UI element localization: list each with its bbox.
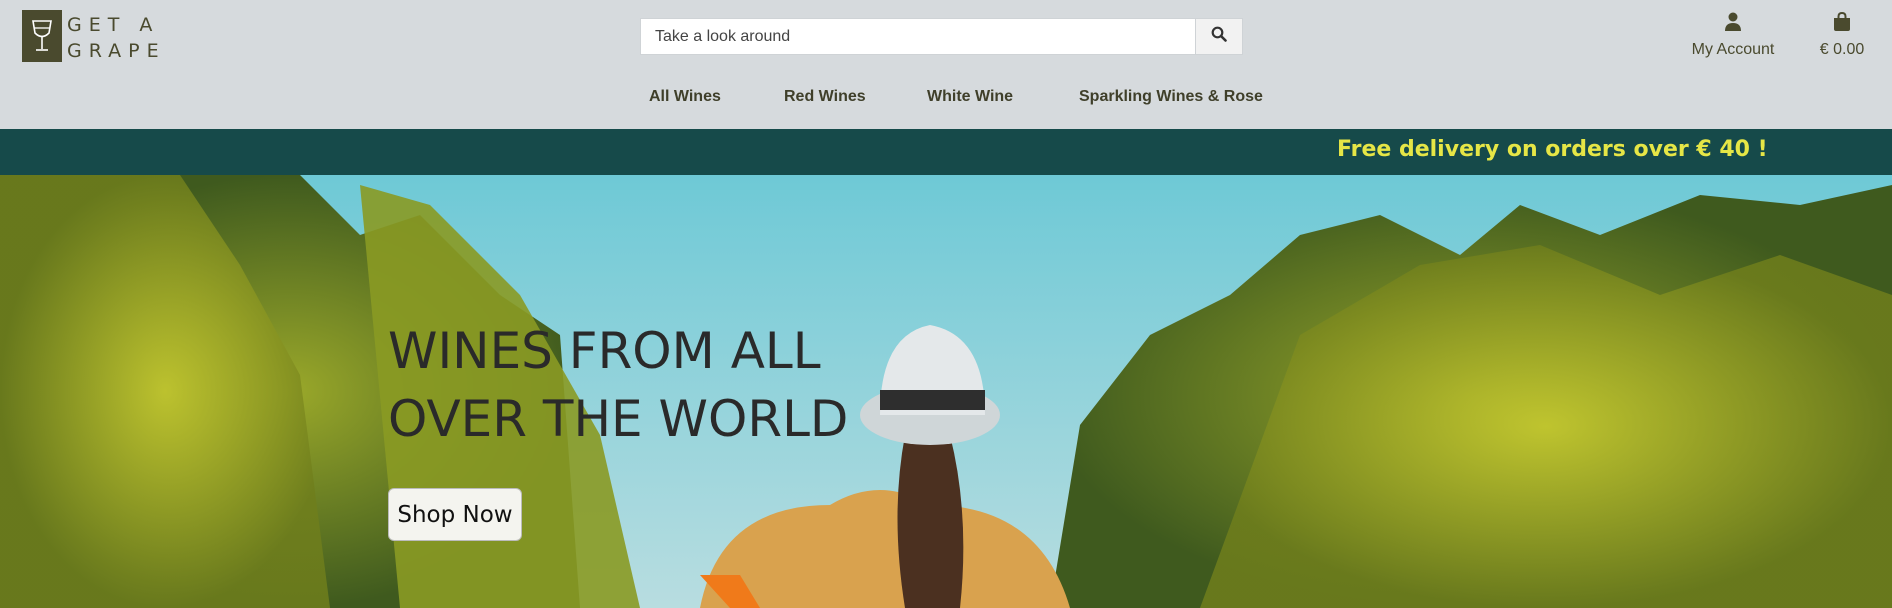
site-header: GET A GRAPE My Account (0, 0, 1892, 129)
brand-line-1: GET A (67, 14, 160, 36)
cart-link[interactable]: € 0.00 (1812, 11, 1872, 59)
search-button[interactable] (1195, 18, 1243, 55)
search-bar (640, 18, 1243, 55)
brand-line-2: GRAPE (67, 40, 166, 62)
nav-item-sparkling-wines-rose[interactable]: Sparkling Wines & Rose (1079, 88, 1263, 106)
hero-title-line-1: WINES FROM ALL (388, 322, 821, 380)
cart-total: € 0.00 (1819, 41, 1865, 58)
my-account-label: My Account (1691, 41, 1775, 58)
nav-item-red-wines[interactable]: Red Wines (784, 88, 866, 106)
hero-section: WINES FROM ALL OVER THE WORLD Shop Now (0, 175, 1892, 608)
brand-logo[interactable]: GET A GRAPE (22, 10, 162, 62)
hero-title-line-2: OVER THE WORLD (388, 390, 849, 448)
nav-item-all-wines[interactable]: All Wines (649, 88, 721, 106)
wine-glass-icon (22, 10, 62, 62)
shopping-bag-icon (1833, 11, 1851, 36)
search-input[interactable] (640, 18, 1196, 55)
shop-now-button[interactable]: Shop Now (388, 488, 522, 541)
nav-item-white-wine[interactable]: White Wine (927, 88, 1013, 106)
my-account-link[interactable]: My Account (1680, 12, 1786, 59)
main-nav: All Wines Red Wines White Wine Sparkling… (0, 88, 1892, 114)
hero-title: WINES FROM ALL OVER THE WORLD (388, 317, 848, 453)
search-icon (1211, 26, 1227, 47)
brand-name: GET A GRAPE (67, 12, 166, 64)
user-icon (1724, 12, 1742, 36)
delivery-banner-text: Free delivery on orders over € 40 ! (1337, 137, 1768, 162)
delivery-banner: Free delivery on orders over € 40 ! (0, 129, 1892, 175)
hero-background-image (0, 175, 1892, 608)
